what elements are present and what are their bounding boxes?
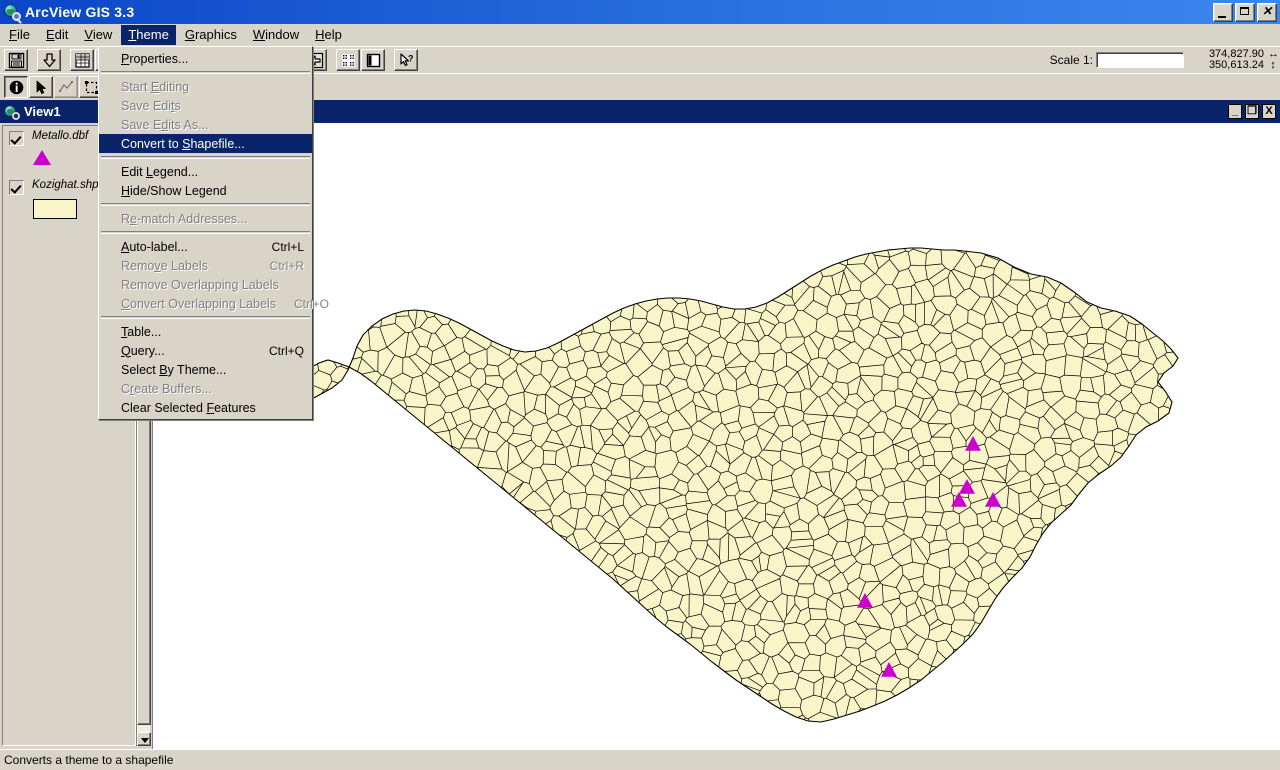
menu-item-label: Table... <box>121 324 162 339</box>
theme-label-metallo: Metallo.dbf <box>32 130 89 142</box>
magenta-triangle-symbol-icon <box>33 150 51 165</box>
theme-menu-item-save-edits: Save Edits <box>99 96 312 115</box>
menu-item-label: Remove Labels <box>121 258 208 273</box>
theme-menu-item-properties[interactable]: Properties... <box>99 49 312 68</box>
theme-menu-item-edit-legend[interactable]: Edit Legend... <box>99 162 312 181</box>
save-project-icon[interactable] <box>4 49 28 71</box>
svg-text:?: ? <box>408 54 414 64</box>
menu-separator <box>101 71 310 74</box>
menu-separator <box>101 203 310 206</box>
vertical-arrow-icon: ↕ <box>1270 59 1276 71</box>
window-controls: ✕ <box>1213 2 1277 22</box>
scale-area: Scale 1: 374,827.90 ↔ 350,613.24 ↕ <box>1049 47 1279 73</box>
scale-input[interactable] <box>1096 52 1184 68</box>
select-none-icon[interactable] <box>336 49 360 71</box>
menu-item-label: Convert to Shapefile... <box>121 136 245 151</box>
menu-item-label: Save Edits <box>121 98 181 113</box>
yellow-rectangle-symbol-icon <box>33 199 77 219</box>
theme-menu-item-remove-labels: Remove Labels Ctrl+R <box>99 256 312 275</box>
menu-item-label: Remove Overlapping Labels <box>121 277 279 292</box>
add-theme-icon[interactable] <box>37 49 61 71</box>
theme-menu-item-hide-show-legend[interactable]: Hide/Show Legend <box>99 181 312 200</box>
theme-menu-item-table[interactable]: Table... <box>99 322 312 341</box>
menu-item-label: Edit Legend... <box>121 164 199 179</box>
help-pointer-icon[interactable]: ? <box>394 49 418 71</box>
menu-item-accelerator: Ctrl+R <box>269 258 304 273</box>
menu-separator <box>101 156 310 159</box>
menu-item-label: Select By Theme... <box>121 362 227 377</box>
menu-item-label: Save Edits As... <box>121 117 209 132</box>
title-bar: ArcView GIS 3.3 ✕ <box>0 0 1280 24</box>
pointer-tool-icon[interactable] <box>29 76 53 98</box>
theme-menu-item-auto-label[interactable]: Auto-label... Ctrl+L <box>99 237 312 256</box>
app-title: ArcView GIS 3.3 <box>25 4 135 20</box>
theme-menu-item-clear-selected-features[interactable]: Clear Selected Features <box>99 398 312 417</box>
menu-theme[interactable]: Theme <box>121 25 176 45</box>
view-minimize-button[interactable]: _ <box>1228 104 1242 119</box>
theme-properties-icon[interactable] <box>70 49 94 71</box>
view-window-controls: _ ❐ X <box>1228 104 1276 119</box>
scale-label: Scale 1: <box>1049 53 1093 67</box>
theme-menu-item-query[interactable]: Query... Ctrl+Q <box>99 341 312 360</box>
arcview-application-window: ArcView GIS 3.3 ✕ File Edit View Theme G… <box>0 0 1280 770</box>
identify-tool-icon[interactable] <box>4 76 28 98</box>
menu-item-label: Create Buffers... <box>121 381 212 396</box>
view-restore-button[interactable]: ❐ <box>1245 104 1259 119</box>
menu-item-accelerator: Ctrl+O <box>293 296 329 311</box>
arcview-globe-magnifier-icon <box>3 3 22 24</box>
menu-graphics[interactable]: Graphics <box>178 25 244 45</box>
theme-menu-item-create-buffers: Create Buffers... <box>99 379 312 398</box>
menu-bar: File Edit View Theme Graphics Window Hel… <box>0 24 1280 47</box>
theme-menu-item-start-editing: Start Editing <box>99 77 312 96</box>
menu-separator <box>101 231 310 234</box>
theme-checkbox-kozighat[interactable] <box>9 180 24 195</box>
theme-menu-item-save-edits-as: Save Edits As... <box>99 115 312 134</box>
menu-file[interactable]: File <box>2 25 37 45</box>
menu-edit[interactable]: Edit <box>39 25 75 45</box>
menu-window[interactable]: Window <box>246 25 306 45</box>
status-text: Converts a theme to a shapefile <box>4 753 174 767</box>
hungary-municipality-map <box>153 123 1280 750</box>
menu-item-label: Query... <box>121 343 165 358</box>
theme-menu-item-convert-overlapping-labels: Convert Overlapping Labels Ctrl+O <box>99 294 329 313</box>
menu-help[interactable]: Help <box>308 25 349 45</box>
theme-menu-item-select-by-theme[interactable]: Select By Theme... <box>99 360 312 379</box>
menu-item-label: Convert Overlapping Labels <box>121 296 276 311</box>
menu-item-label: Start Editing <box>121 79 190 94</box>
maximize-button[interactable] <box>1235 2 1255 22</box>
coordinate-y: 350,613.24 <box>1208 59 1264 71</box>
menu-item-label: Hide/Show Legend <box>121 183 227 198</box>
menu-item-accelerator: Ctrl+Q <box>268 343 304 358</box>
map-canvas[interactable] <box>152 123 1280 750</box>
menu-item-label: Clear Selected Features <box>121 400 256 415</box>
theme-menu-item-convert-to-shapefile[interactable]: Convert to Shapefile... <box>99 134 312 153</box>
theme-checkbox-metallo[interactable] <box>9 131 24 146</box>
minimize-button[interactable] <box>1213 2 1233 22</box>
menu-view[interactable]: View <box>77 25 119 45</box>
menu-separator <box>101 316 310 319</box>
theme-label-kozighat: Kozighat.shp <box>32 179 99 191</box>
menu-item-label: Auto-label... <box>121 239 188 254</box>
theme-dropdown-menu[interactable]: Properties... Start Editing Save Edits Save… <box>98 46 329 420</box>
scroll-down-arrow-icon[interactable] <box>137 732 151 746</box>
theme-menu-item-remove-overlapping-labels: Remove Overlapping Labels <box>99 275 312 294</box>
vertex-edit-tool-icon[interactable] <box>54 76 78 98</box>
view-close-button[interactable]: X <box>1262 104 1276 119</box>
coordinate-display: 374,827.90 ↔ 350,613.24 ↕ <box>1192 49 1279 71</box>
view-globe-icon <box>4 104 20 120</box>
clear-selection-icon[interactable] <box>361 49 385 71</box>
menu-item-label: Re-match Addresses... <box>121 211 248 226</box>
status-bar: Converts a theme to a shapefile <box>0 749 1280 770</box>
menu-item-label: Properties... <box>121 51 189 66</box>
theme-menu-item-re-match-addresses: Re-match Addresses... <box>99 209 312 228</box>
close-button[interactable]: ✕ <box>1257 2 1277 22</box>
menu-item-accelerator: Ctrl+L <box>271 239 304 254</box>
